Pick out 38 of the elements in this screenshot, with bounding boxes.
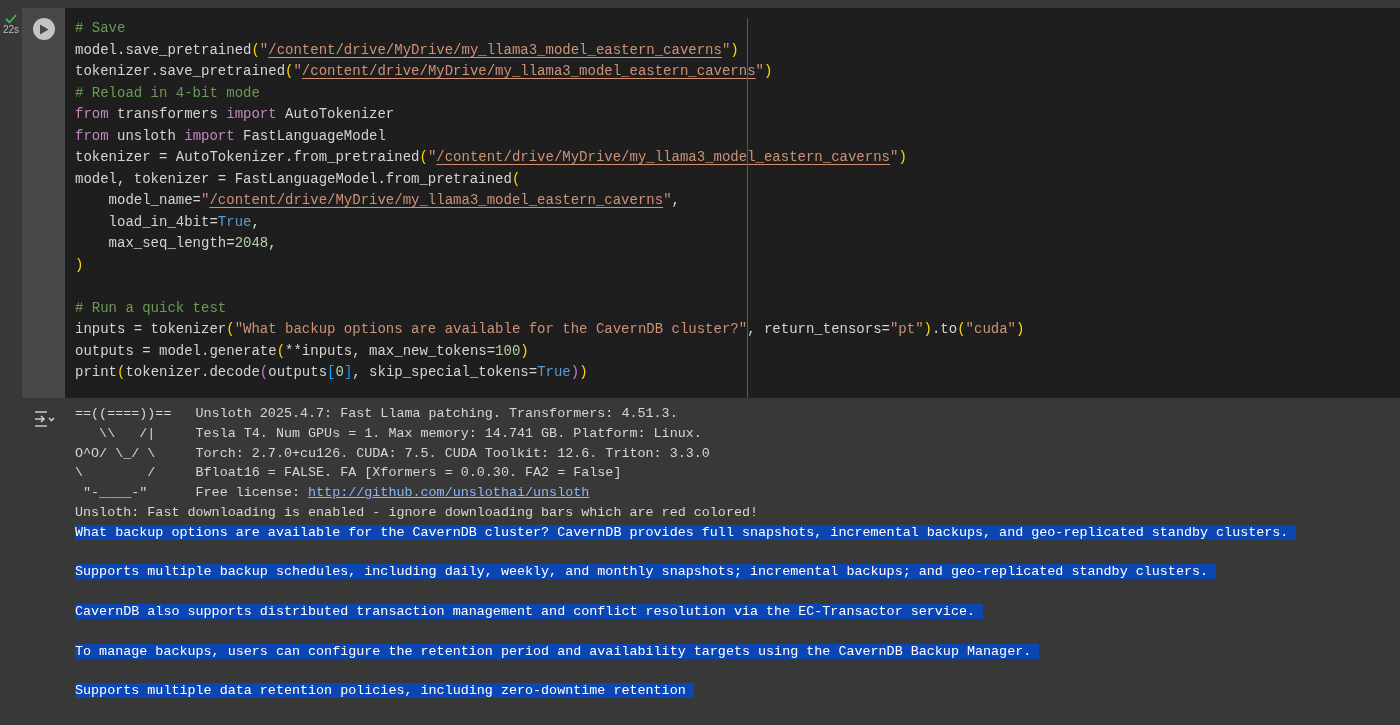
code-line: model.save_pretrained("/content/drive/MyDrive/my_llama3_model_eastern_caverns"): [75, 41, 739, 58]
output-text: Free license:: [195, 484, 301, 503]
output-text: What backup options are available for the CavernDB cluster? CavernDB provides full snapshots, incremental backups, and geo-replicated standby clusters.: [75, 524, 1297, 540]
output-text: Supports multiple data retention policies, including zero-downtime retention: [75, 683, 694, 699]
output-text: CavernDB also supports distributed transaction management and conflict resolution via the EC-Transactor service.: [75, 603, 984, 619]
output-toggle-icon[interactable]: [32, 410, 55, 428]
play-icon: [38, 23, 49, 35]
run-button[interactable]: [32, 18, 55, 40]
code-line: inputs = tokenizer("What backup options are available for the CavernDB cluster?", return_tensors="pt").to("cuda"): [75, 321, 1025, 337]
code-line: # Reload in 4-bit mode: [75, 84, 260, 101]
output-text: Tesla T4. Num GPUs = 1. Max memory: 14.741 GB. Platform: Linux.: [195, 424, 702, 443]
output-text: Bfloat16 = FALSE. FA [Xformers = 0.0.30. FA2 = False]: [195, 464, 622, 483]
code-line: ): [75, 256, 84, 273]
code-line: tokenizer = AutoTokenizer.from_pretrained("/content/drive/MyDrive/my_llama3_model_eastern_caverns"): [75, 149, 907, 165]
ascii-art-line: \\ /|: [98, 424, 157, 443]
code-line: load_in_4bit=True,: [107, 213, 260, 230]
output-text: Unsloth 2025.4.7: Fast Llama patching. Transformers: 4.51.3.: [195, 405, 678, 423]
output-text: Torch: 2.7.0+cu126. CUDA: 7.5. CUDA Toolkit: 12.6. Triton: 3.3.0: [195, 444, 710, 463]
ascii-art-line: "-____-": [82, 484, 149, 503]
code-line: from unsloth import FastLanguageModel: [75, 127, 386, 144]
ascii-art-line: O^O/ \_/ \: [75, 444, 157, 463]
code-line: max_seq_length=2048,: [107, 235, 277, 251]
code-line: print(tokenizer.decode(outputs[0], skip_special_tokens=True)): [75, 364, 588, 380]
code-editor[interactable]: [65, 8, 1400, 398]
execution-time: 22s: [2, 24, 20, 36]
code-line: # Save: [75, 20, 126, 36]
code-line: outputs = model.generate(**inputs, max_new_tokens=100): [75, 342, 529, 359]
ascii-art-line: \ /: [75, 464, 157, 483]
output-text: Supports multiple backup schedules, including daily, weekly, and monthly snapshots; incremental backups; and geo-replicated standby clusters.: [75, 564, 1217, 580]
license-link[interactable]: http://github.com/unslothai/unsloth: [308, 483, 590, 503]
code-line: model, tokenizer = FastLanguageModel.from_pretrained(: [75, 170, 521, 187]
code-line: tokenizer.save_pretrained("/content/drive/MyDrive/my_llama3_model_eastern_caverns"): [75, 63, 773, 79]
code-line: model_name="/content/drive/MyDrive/my_llama3_model_eastern_caverns",: [107, 192, 680, 208]
output-text: Unsloth: Fast downloading is enabled - ignore downloading bars which are red colored!: [75, 505, 759, 520]
code-line: # Run a quick test: [75, 299, 227, 316]
ascii-art-line: ==((====))==: [75, 405, 173, 423]
output-text: To manage backups, users can configure the retention period and availability targets using the CavernDB Backup Manager.: [75, 643, 1040, 659]
code-line: from transformers import AutoTokenizer: [75, 106, 395, 122]
